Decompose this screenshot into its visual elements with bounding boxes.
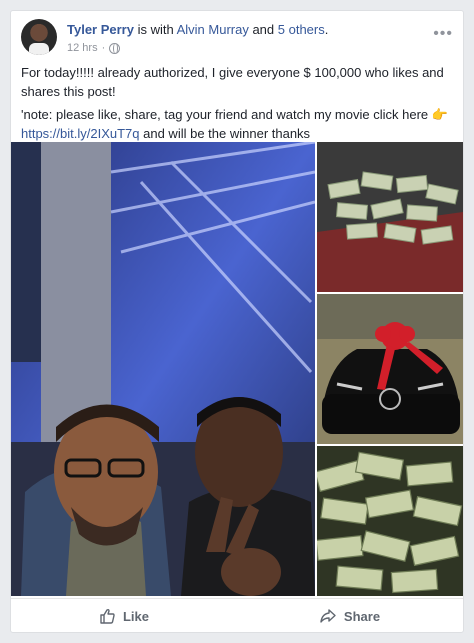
- share-arrow-icon: [320, 609, 336, 623]
- author-name[interactable]: Tyler Perry: [67, 22, 134, 37]
- post-body-line2: 'note: please like, share, tag your frie…: [21, 105, 453, 143]
- meta-separator: ·: [101, 42, 106, 54]
- post-text: For today!!!!! already authorized, I giv…: [21, 63, 453, 147]
- post-header: Tyler Perry is with Alvin Murray and 5 o…: [21, 19, 453, 63]
- cash-pile-photo[interactable]: [317, 446, 463, 596]
- post-options-button[interactable]: •••: [433, 25, 453, 43]
- like-button[interactable]: Like: [11, 599, 237, 633]
- post-actions: Like Share: [11, 598, 463, 633]
- author-avatar[interactable]: [21, 19, 57, 55]
- tagged-friend[interactable]: Alvin Murray: [177, 22, 249, 37]
- photo-grid: [11, 142, 463, 596]
- car-with-bow-photo[interactable]: [317, 294, 463, 444]
- post-time[interactable]: 12 hrs: [67, 42, 98, 54]
- globe-icon: [109, 42, 121, 54]
- and-text: and: [248, 22, 278, 37]
- with-text: is with: [133, 22, 177, 37]
- thumbs-up-icon: [100, 608, 115, 624]
- post-body-line2a: 'note: please like, share, tag your frie…: [21, 107, 432, 122]
- author-line: Tyler Perry is with Alvin Murray and 5 o…: [67, 22, 328, 37]
- share-label: Share: [343, 608, 381, 624]
- post-meta: 12 hrs ·: [67, 42, 121, 54]
- post-link[interactable]: https://bit.ly/2IXuT7q: [21, 126, 140, 141]
- like-label: Like: [122, 608, 149, 624]
- cash-suitcase-photo[interactable]: [317, 142, 463, 292]
- main-photo[interactable]: [11, 142, 315, 596]
- post-card: Tyler Perry is with Alvin Murray and 5 o…: [10, 10, 464, 633]
- pointing-hand-icon: 👉: [431, 107, 448, 122]
- post-body-line1: For today!!!!! already authorized, I giv…: [21, 65, 444, 99]
- end-text: .: [324, 22, 329, 37]
- post-body-line2b: and will be the winner thanks: [139, 126, 311, 141]
- tagged-others[interactable]: 5 others: [278, 22, 325, 37]
- share-button[interactable]: Share: [237, 599, 463, 633]
